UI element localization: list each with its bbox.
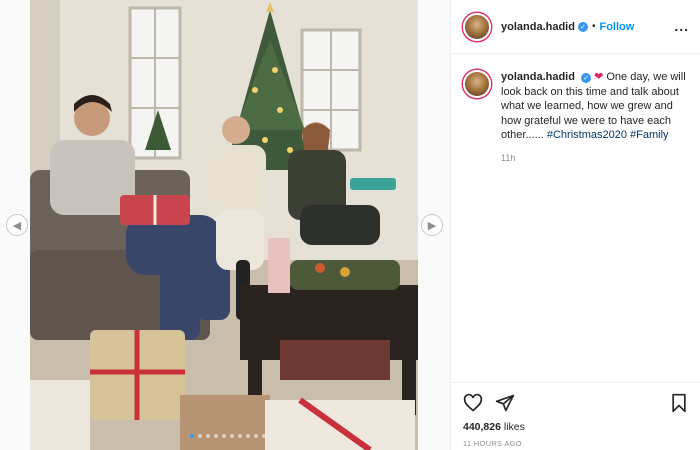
carousel-dot — [254, 434, 258, 438]
header-separator: • — [591, 21, 596, 32]
carousel-next-button[interactable]: ▶ — [421, 214, 443, 236]
caption-row: yolanda.hadid ✓ ❤ One day, we will look … — [463, 70, 691, 143]
carousel-dot — [206, 434, 210, 438]
carousel-previous-button[interactable]: ◀ — [6, 214, 28, 236]
likes-number: 440,826 — [463, 421, 501, 433]
avatar[interactable] — [463, 12, 491, 41]
carousel-dot — [246, 434, 250, 438]
caption-text: yolanda.hadid ✓ ❤ One day, we will look … — [501, 70, 689, 143]
follow-button[interactable]: Follow — [599, 21, 634, 33]
verified-badge-icon: ✓ — [577, 21, 588, 32]
post-photo[interactable] — [30, 0, 418, 450]
caption-age[interactable]: 11h — [501, 153, 691, 163]
post-header: yolanda.hadid ✓ • Follow ... — [451, 0, 700, 54]
caption-username[interactable]: yolanda.hadid — [501, 71, 575, 83]
post-timestamp[interactable]: 11 HOURS AGO — [463, 439, 689, 448]
carousel-dot — [238, 434, 242, 438]
share-icon[interactable] — [495, 393, 515, 413]
carousel-dot — [230, 434, 234, 438]
verified-badge-icon: ✓ — [581, 73, 592, 84]
carousel-dot — [222, 434, 226, 438]
caption-section: yolanda.hadid ✓ ❤ One day, we will look … — [463, 70, 691, 163]
header-username[interactable]: yolanda.hadid — [501, 21, 575, 33]
likes-count[interactable]: 440,826 likes — [463, 421, 689, 433]
heart-emoji-icon: ❤ — [594, 70, 604, 83]
action-icons-row — [463, 393, 689, 413]
post-actions: 440,826 likes 11 HOURS AGO — [451, 382, 700, 448]
carousel-dot — [190, 434, 194, 438]
caption-avatar[interactable] — [463, 70, 491, 98]
carousel-dot — [198, 434, 202, 438]
carousel-dot — [262, 434, 266, 438]
more-options-icon[interactable]: ... — [674, 18, 689, 34]
post-side-panel: yolanda.hadid ✓ • Follow ... yolanda.had… — [450, 0, 700, 450]
carousel-dot — [214, 434, 218, 438]
hashtag-link[interactable]: #Christmas2020 — [547, 129, 627, 141]
carousel-dots — [190, 434, 266, 438]
likes-label: likes — [500, 421, 525, 433]
bookmark-icon[interactable] — [669, 393, 689, 413]
hashtag-link[interactable]: #Family — [630, 129, 669, 141]
heart-icon[interactable] — [463, 393, 483, 413]
photo-illustration — [30, 0, 418, 450]
